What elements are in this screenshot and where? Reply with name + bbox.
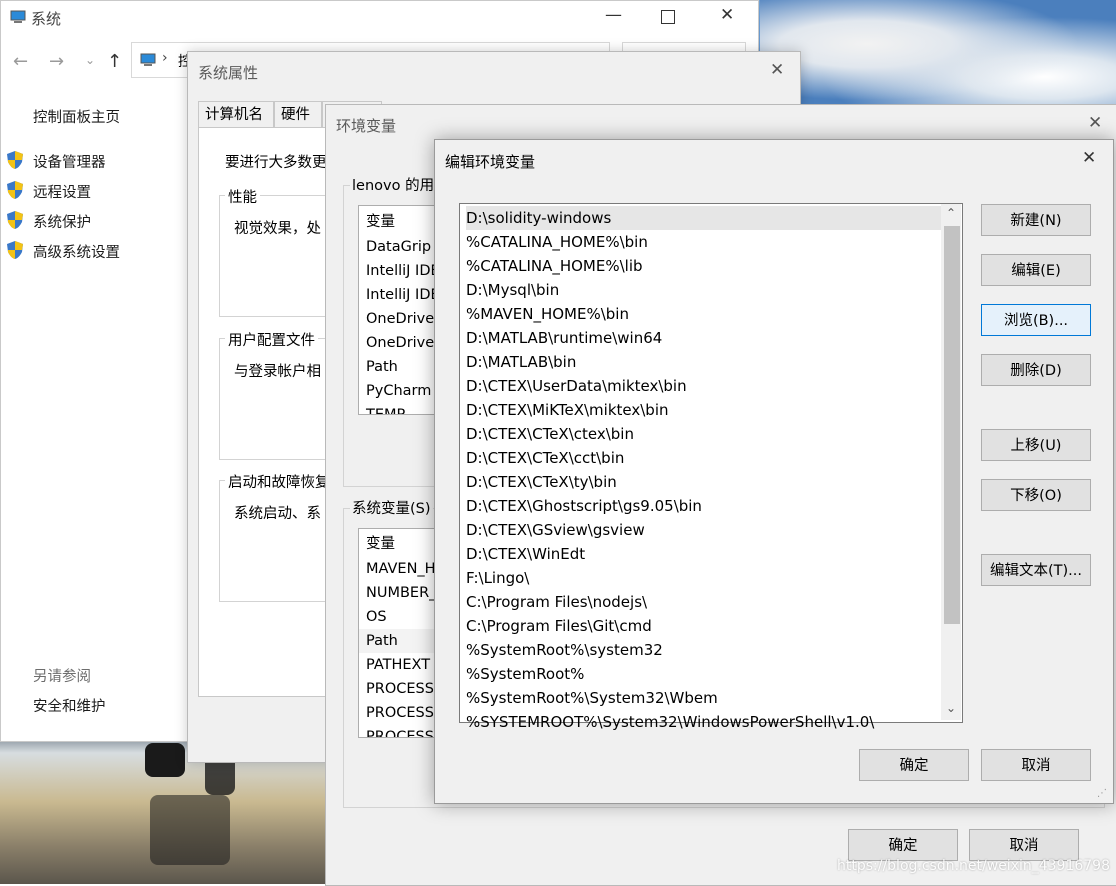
delete-button[interactable]: 删除(D) xyxy=(981,354,1091,386)
scroll-up-icon[interactable]: ⌃ xyxy=(946,206,956,220)
ok-button[interactable]: 确定 xyxy=(859,749,969,781)
close-button[interactable]: ✕ xyxy=(770,60,784,80)
ok-button[interactable]: 确定 xyxy=(848,829,958,861)
path-item[interactable]: D:\Mysql\bin xyxy=(466,278,942,302)
performance-description: 视觉效果，处 xyxy=(234,221,321,237)
path-item[interactable]: %SystemRoot% xyxy=(466,662,942,686)
column-header-variable[interactable]: 变量 xyxy=(366,532,395,556)
path-item[interactable]: C:\Program Files\nodejs\ xyxy=(466,590,942,614)
list-item[interactable]: TEMP xyxy=(366,403,405,414)
new-button[interactable]: 新建(N) xyxy=(981,204,1091,236)
cancel-button[interactable]: 取消 xyxy=(969,829,1079,861)
list-item[interactable]: PATHEXT xyxy=(366,653,430,677)
maximize-button[interactable] xyxy=(661,10,675,24)
user-variables-label: lenovo 的用 xyxy=(350,174,437,195)
recent-chevron-icon[interactable]: ⌄ xyxy=(85,53,95,67)
uac-shield-icon xyxy=(7,211,23,229)
resize-grip-icon[interactable]: ⋰ xyxy=(1097,788,1107,799)
system-protection-link[interactable]: 系统保护 xyxy=(33,211,91,232)
watermark-text: https://blog.csdn.net/weixin_43916798 xyxy=(836,858,1110,874)
list-item[interactable]: PyCharm xyxy=(366,379,431,403)
path-item[interactable]: %SystemRoot%\system32 xyxy=(466,638,942,662)
minimize-button[interactable]: — xyxy=(605,5,622,25)
move-up-button[interactable]: 上移(U) xyxy=(981,429,1091,461)
path-item[interactable]: D:\CTEX\GSview\gsview xyxy=(466,518,942,542)
window-title: 系统 xyxy=(31,10,62,28)
dialog-title: 系统属性 xyxy=(198,64,259,82)
path-item[interactable]: D:\MATLAB\runtime\win64 xyxy=(466,326,942,350)
advanced-system-settings-link[interactable]: 高级系统设置 xyxy=(33,241,120,262)
path-list[interactable]: D:\solidity-windows %CATALINA_HOME%\bin … xyxy=(459,203,963,731)
list-item[interactable]: IntelliJ IDE xyxy=(366,259,440,283)
edit-button[interactable]: 编辑(E) xyxy=(981,254,1091,286)
path-item[interactable]: %MAVEN_HOME%\bin xyxy=(466,302,942,326)
path-item[interactable]: D:\CTEX\WinEdt xyxy=(466,542,942,566)
dialog-title: 编辑环境变量 xyxy=(445,153,536,171)
path-item[interactable]: C:\Program Files\Git\cmd xyxy=(466,614,942,638)
tab-hardware[interactable]: 硬件 xyxy=(274,101,322,128)
wallpaper-sky xyxy=(760,0,1116,110)
path-item-selected[interactable]: D:\solidity-windows xyxy=(466,206,942,230)
computer-icon xyxy=(10,10,26,23)
list-item[interactable]: Path xyxy=(366,355,398,379)
list-item[interactable]: NUMBER_ xyxy=(366,581,436,605)
cancel-button[interactable]: 取消 xyxy=(981,749,1091,781)
path-item[interactable]: D:\CTEX\UserData\miktex\bin xyxy=(466,374,942,398)
move-down-button[interactable]: 下移(O) xyxy=(981,479,1091,511)
edit-environment-variable-dialog: 编辑环境变量 ✕ D:\solidity-windows %CATALINA_H… xyxy=(434,139,1114,804)
tab-computer-name[interactable]: 计算机名 xyxy=(198,101,274,128)
vertical-scrollbar[interactable]: ⌃ ⌄ xyxy=(941,204,961,720)
admin-notice: 要进行大多数更 xyxy=(225,155,327,171)
path-item[interactable]: D:\CTEX\CTeX\ty\bin xyxy=(466,470,942,494)
computer-icon xyxy=(140,53,156,66)
startup-recovery-description: 系统启动、系 xyxy=(234,506,321,522)
column-header-variable[interactable]: 变量 xyxy=(366,210,395,234)
path-item[interactable]: D:\CTEX\MiKTeX\miktex\bin xyxy=(466,398,942,422)
path-item[interactable]: D:\MATLAB\bin xyxy=(466,350,942,374)
path-item[interactable]: D:\CTEX\CTeX\cct\bin xyxy=(466,446,942,470)
list-item[interactable]: OneDrive xyxy=(366,331,434,355)
remote-settings-link[interactable]: 远程设置 xyxy=(33,181,91,202)
close-button[interactable]: ✕ xyxy=(1088,113,1102,133)
path-item[interactable]: D:\CTEX\Ghostscript\gs9.05\bin xyxy=(466,494,942,518)
path-item[interactable]: %CATALINA_HOME%\lib xyxy=(466,254,942,278)
path-item[interactable]: %SystemRoot%\System32\Wbem xyxy=(466,686,942,710)
browse-button[interactable]: 浏览(B)... xyxy=(981,304,1091,336)
list-item[interactable]: OneDrive xyxy=(366,307,434,331)
list-item[interactable]: IntelliJ IDE xyxy=(366,283,440,307)
security-maintenance-link[interactable]: 安全和维护 xyxy=(33,695,106,716)
device-manager-link[interactable]: 设备管理器 xyxy=(33,151,106,172)
up-arrow-icon[interactable]: ↑ xyxy=(107,51,122,72)
close-button[interactable]: ✕ xyxy=(1082,148,1096,168)
close-button[interactable]: ✕ xyxy=(720,5,734,25)
dialog-title: 环境变量 xyxy=(336,117,397,135)
wallpaper-reflection xyxy=(150,795,230,865)
path-item[interactable]: F:\Lingo\ xyxy=(466,566,942,590)
see-also-heading: 另请参阅 xyxy=(33,669,91,685)
uac-shield-icon xyxy=(7,181,23,199)
path-item[interactable]: D:\CTEX\CTeX\ctex\bin xyxy=(466,422,942,446)
system-variables-label: 系统变量(S) xyxy=(350,497,433,518)
wallpaper-figure xyxy=(145,743,185,777)
list-item[interactable]: OS xyxy=(366,605,387,629)
path-item[interactable]: %SYSTEMROOT%\System32\WindowsPowerShell\… xyxy=(466,710,942,734)
back-arrow-icon[interactable]: ← xyxy=(13,51,28,72)
performance-label: 性能 xyxy=(225,186,260,207)
edit-text-button[interactable]: 编辑文本(T)... xyxy=(981,554,1091,586)
scroll-down-icon[interactable]: ⌄ xyxy=(946,701,956,715)
forward-arrow-icon[interactable]: → xyxy=(49,51,64,72)
startup-recovery-label: 启动和故障恢复 xyxy=(225,471,333,492)
scrollbar-thumb[interactable] xyxy=(944,226,960,624)
uac-shield-icon xyxy=(7,241,23,259)
list-item[interactable]: MAVEN_H xyxy=(366,557,436,581)
breadcrumb-chevron-icon: › xyxy=(162,50,168,66)
list-item[interactable]: DataGrip xyxy=(366,235,431,259)
path-item[interactable]: %CATALINA_HOME%\bin xyxy=(466,230,942,254)
control-panel-home-link[interactable]: 控制面板主页 xyxy=(33,106,120,127)
user-profiles-description: 与登录帐户相 xyxy=(234,364,321,380)
user-profiles-label: 用户配置文件 xyxy=(225,329,318,350)
uac-shield-icon xyxy=(7,151,23,169)
